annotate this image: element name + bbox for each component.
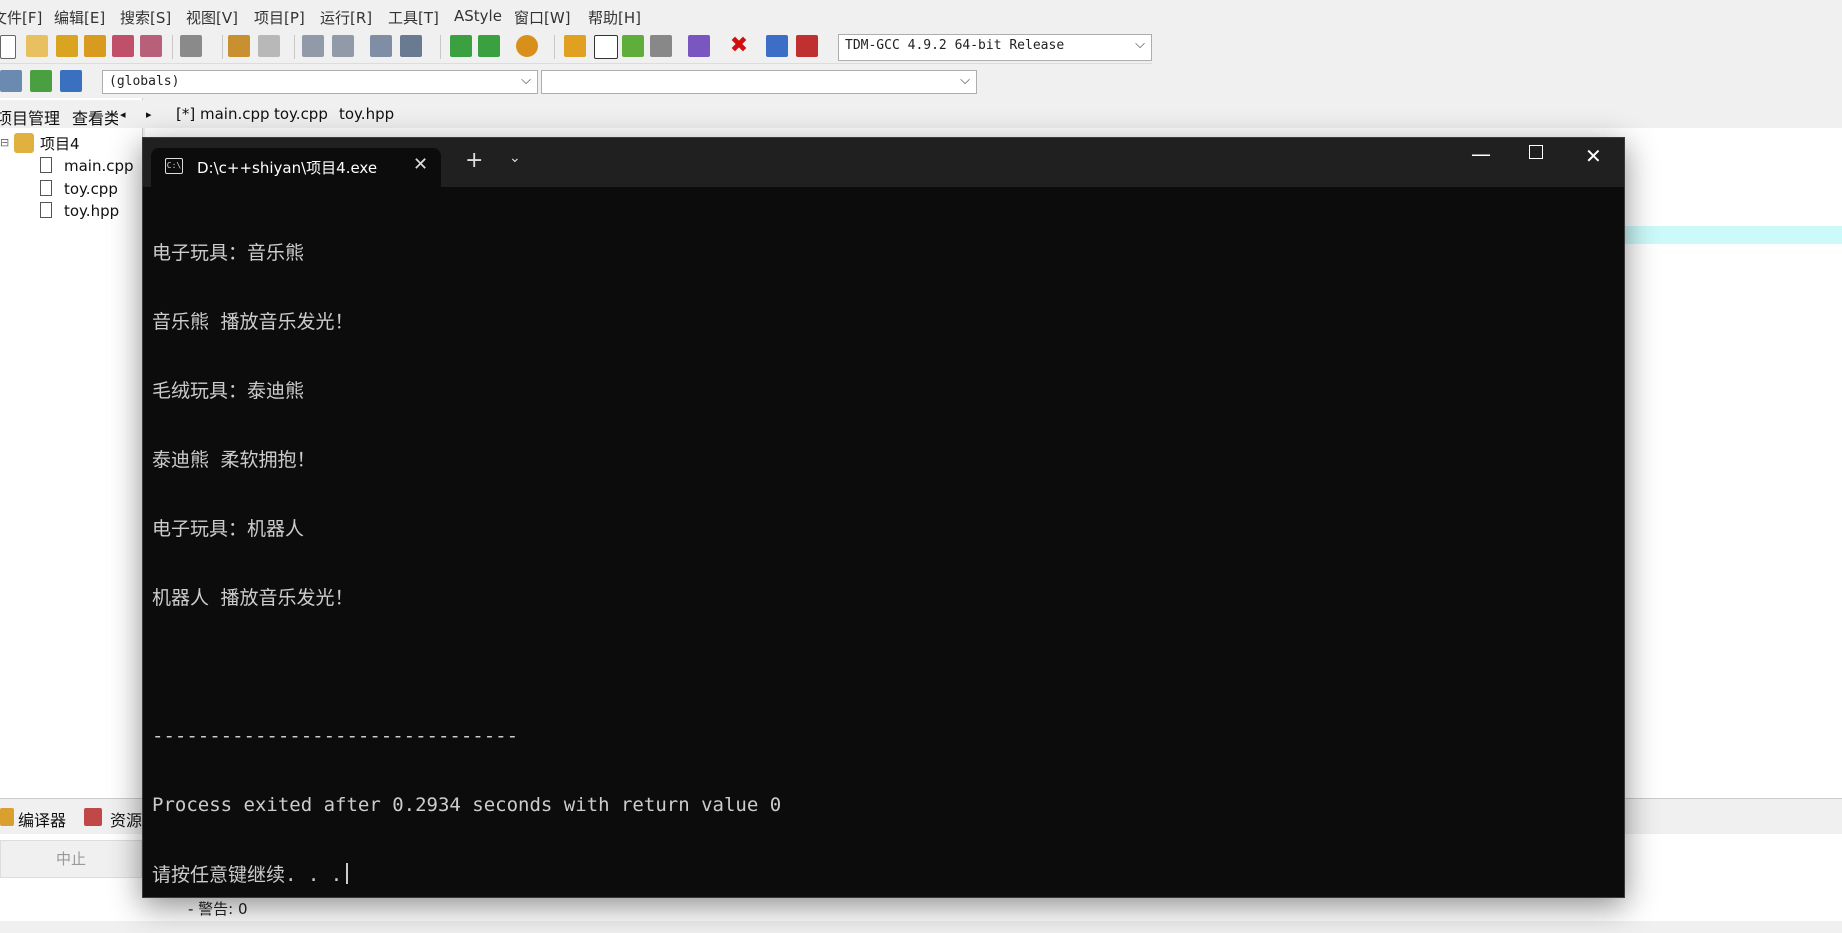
goto-icon[interactable]	[450, 35, 472, 57]
console-line: 毛绒玩具：泰迪熊	[152, 380, 305, 402]
file-icon	[40, 157, 52, 173]
chevron-down-icon: ⌵	[521, 73, 531, 88]
main-toolbar: ✖ TDM-GCC 4.9.2 64-bit Release ⌵	[0, 30, 1152, 64]
undo-icon[interactable]	[228, 35, 250, 57]
bookmark-icon[interactable]	[516, 35, 538, 57]
toggle-icon[interactable]	[60, 70, 82, 92]
unindent-icon[interactable]	[400, 35, 422, 57]
console-line: 机器人 播放音乐发光！	[152, 587, 354, 609]
close-all-icon[interactable]	[140, 35, 162, 57]
console-prompt: 请按任意键继续. . .	[152, 864, 343, 886]
debug-icon[interactable]	[796, 35, 818, 57]
collapse-icon[interactable]: ⊟	[0, 136, 9, 149]
tab-resources[interactable]: 资源	[110, 807, 142, 831]
minimize-icon[interactable]: —	[1471, 142, 1491, 166]
stop-button[interactable]: 中止	[0, 840, 142, 878]
chevron-down-icon: ⌵	[960, 73, 970, 88]
new-tab-icon[interactable]: +	[465, 148, 483, 173]
replace-icon[interactable]	[332, 35, 354, 57]
console-line: 电子玩具：音乐熊	[152, 242, 305, 264]
close-window-icon[interactable]: ✕	[1585, 144, 1602, 168]
compile-run-icon[interactable]	[622, 35, 644, 57]
file-icon	[40, 180, 52, 196]
terminal-titlebar[interactable]: C:\ D:\c++shiyan\项目4.exe ✕ + ⌄ — ✕	[143, 138, 1624, 187]
maximize-icon[interactable]	[1529, 145, 1543, 159]
scroll-left-icon[interactable]: ◂	[120, 108, 126, 121]
find-icon[interactable]	[302, 35, 324, 57]
tab-main-cpp[interactable]: [*] main.cpp	[176, 105, 270, 123]
file-icon	[40, 202, 52, 218]
chart-icon[interactable]	[766, 35, 788, 57]
console-line: 泰迪熊 柔软拥抱！	[152, 449, 316, 471]
scope-select[interactable]: (globals) ⌵	[102, 70, 538, 94]
resources-icon	[84, 808, 102, 826]
menu-edit[interactable]: 编辑[E]	[54, 7, 105, 28]
menu-run[interactable]: 运行[R]	[320, 7, 372, 28]
console-line: 音乐熊 播放音乐发光！	[152, 311, 354, 333]
tab-compiler[interactable]: 编译器	[18, 807, 66, 831]
tab-project[interactable]: 项目管理	[0, 105, 60, 129]
class-icon[interactable]	[0, 70, 22, 92]
menu-bar: 文件[F] 编辑[E] 搜索[S] 视图[V] 项目[P] 运行[R] 工具[T…	[0, 0, 1842, 30]
new-file-icon[interactable]	[0, 35, 16, 59]
chevron-down-icon[interactable]: ⌄	[509, 150, 521, 166]
chevron-down-icon: ⌵	[1135, 37, 1145, 52]
scroll-right-icon[interactable]: ▸	[146, 108, 152, 121]
menu-file[interactable]: 文件[F]	[0, 7, 42, 28]
redo-icon[interactable]	[258, 35, 280, 57]
menu-project[interactable]: 项目[P]	[254, 7, 305, 28]
menu-search[interactable]: 搜索[S]	[120, 7, 171, 28]
terminal-window[interactable]: C:\ D:\c++shiyan\项目4.exe ✕ + ⌄ — ✕ 电子玩具：…	[142, 137, 1625, 898]
console-prompt-line: 请按任意键继续. . .	[152, 863, 1612, 887]
menu-help[interactable]: 帮助[H]	[588, 7, 641, 28]
compile-icon[interactable]	[564, 35, 586, 57]
open-file-icon[interactable]	[26, 35, 48, 57]
print-icon[interactable]	[180, 35, 202, 57]
editor-tabs: [*] main.cpp toy.cpp toy.hpp	[168, 100, 408, 128]
left-pane-tabs: 项目管理 查看类 ◂ ▸	[0, 100, 160, 128]
menu-astyle[interactable]: AStyle	[454, 7, 502, 25]
secondary-toolbar: (globals) ⌵ ⌵	[0, 64, 980, 98]
console-line: Process exited after 0.2934 seconds with…	[152, 794, 782, 816]
menu-view[interactable]: 视图[V]	[186, 7, 238, 28]
terminal-tab[interactable]: C:\ D:\c++shiyan\项目4.exe ✕	[151, 148, 441, 187]
stop-icon[interactable]: ✖	[728, 35, 750, 57]
menu-window[interactable]: 窗口[W]	[514, 7, 571, 28]
tab-classes[interactable]: 查看类	[72, 105, 118, 129]
save-all-icon[interactable]	[84, 35, 106, 57]
insert-icon[interactable]	[30, 70, 52, 92]
syntax-check-icon[interactable]	[688, 35, 710, 57]
back-icon[interactable]	[478, 35, 500, 57]
rebuild-icon[interactable]	[650, 35, 672, 57]
run-icon[interactable]	[594, 35, 618, 59]
close-tab-icon[interactable]: ✕	[413, 154, 428, 175]
compiler-select[interactable]: TDM-GCC 4.9.2 64-bit Release ⌵	[838, 34, 1152, 61]
console-separator: --------------------------------	[152, 725, 519, 747]
tree-file-toy-cpp[interactable]: toy.cpp	[64, 180, 118, 198]
text-cursor	[346, 863, 349, 884]
console-icon: C:\	[165, 158, 183, 174]
compiler-icon	[0, 808, 14, 826]
tree-file-toy-hpp[interactable]: toy.hpp	[64, 202, 119, 220]
terminal-title: D:\c++shiyan\项目4.exe	[197, 159, 378, 177]
console-output[interactable]: 电子玩具：音乐熊 音乐熊 播放音乐发光！ 毛绒玩具：泰迪熊 泰迪熊 柔软拥抱！ …	[152, 196, 1612, 933]
indent-icon[interactable]	[370, 35, 392, 57]
symbol-select[interactable]: ⌵	[541, 70, 977, 94]
tab-toy-cpp[interactable]: toy.cpp	[274, 105, 328, 123]
project-root[interactable]: 项目4	[40, 133, 80, 154]
project-folder-icon	[14, 133, 34, 153]
current-line-highlight	[1620, 226, 1842, 244]
console-line: 电子玩具：机器人	[152, 518, 305, 540]
save-icon[interactable]	[56, 35, 78, 57]
close-file-icon[interactable]	[112, 35, 134, 57]
menu-tools[interactable]: 工具[T]	[388, 7, 439, 28]
tree-file-main[interactable]: main.cpp	[64, 157, 134, 175]
tab-toy-hpp[interactable]: toy.hpp	[339, 105, 394, 123]
